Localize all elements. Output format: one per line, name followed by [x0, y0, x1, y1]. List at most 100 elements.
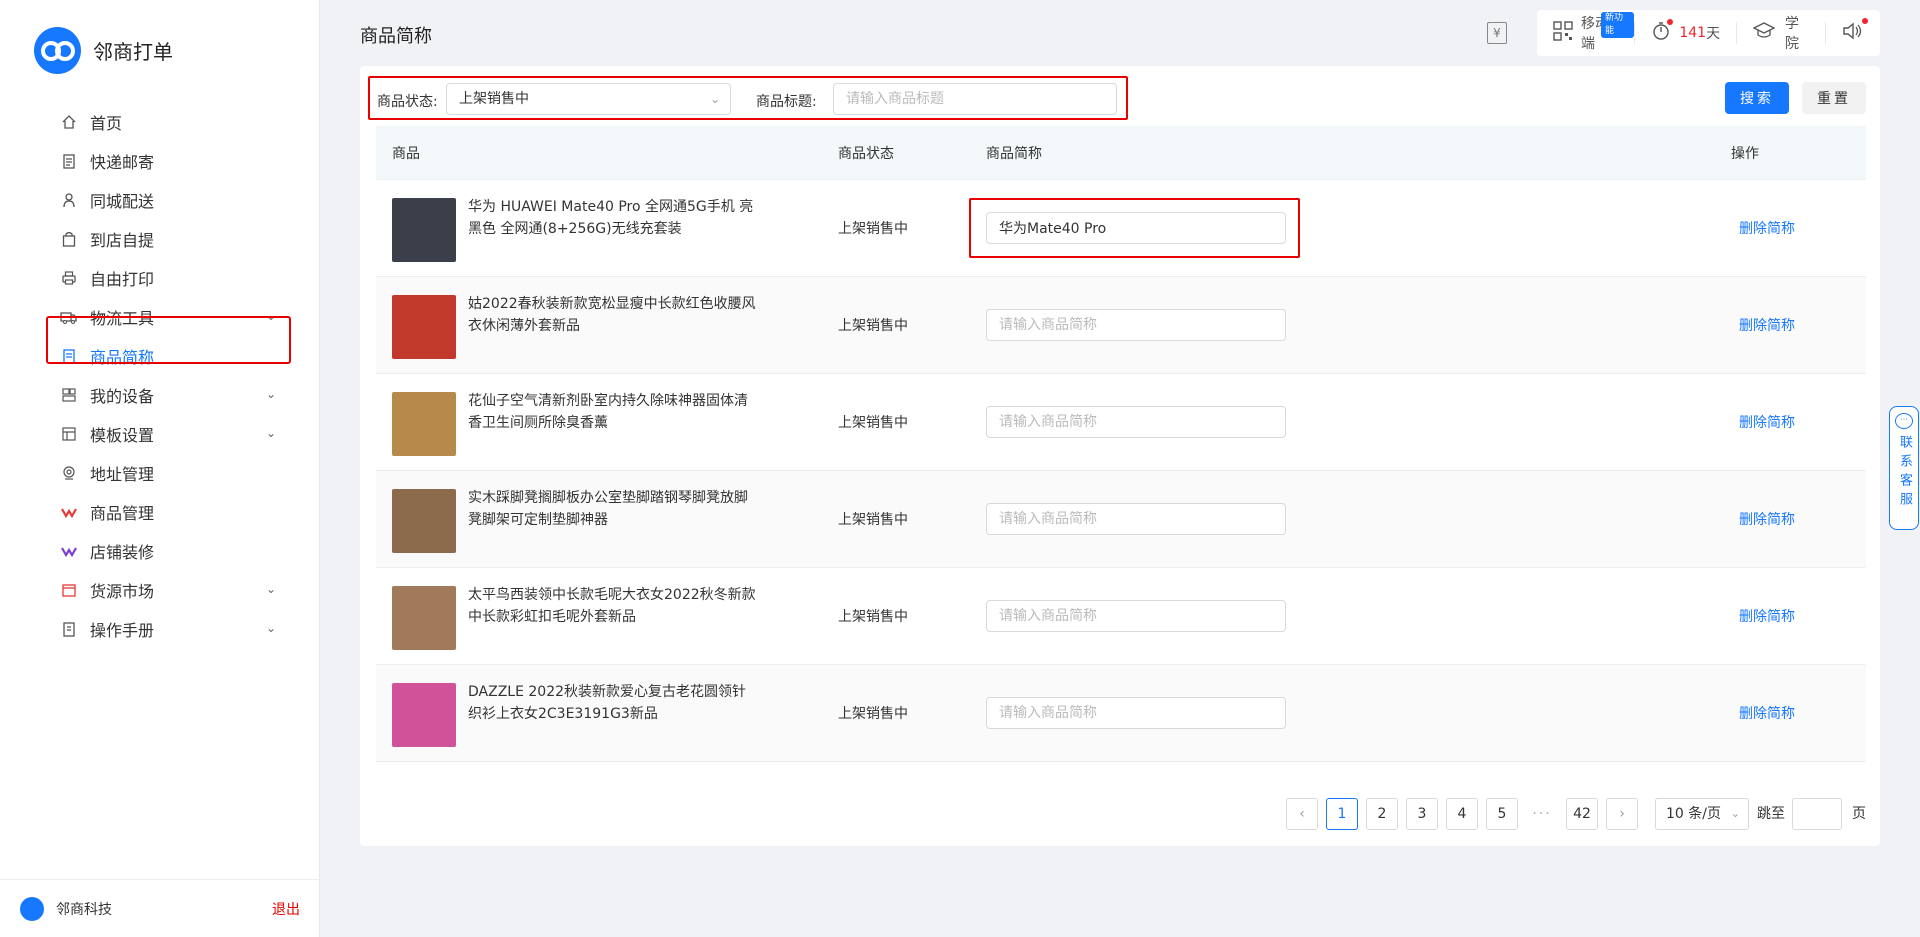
sidebar-item-manual[interactable]: 操作手册 ⌄: [46, 607, 290, 651]
chat-bubble-icon: ···: [1895, 413, 1913, 429]
short-name-input[interactable]: [986, 697, 1286, 729]
page-size-select[interactable]: 10 条/页 ⌄: [1655, 798, 1749, 830]
contact-service-button[interactable]: ··· 联系客服: [1889, 406, 1919, 530]
sidebar-item-my-devices[interactable]: 我的设备 ⌄: [46, 373, 290, 417]
page-unit-label: 页: [1852, 806, 1866, 822]
top-toolbar: 移动端 新功能 141 天 学院: [1537, 10, 1880, 56]
goto-page-input[interactable]: [1792, 798, 1842, 830]
product-thumbnail[interactable]: [392, 586, 456, 650]
product-status: 上架销售中: [838, 221, 908, 237]
academy-label: 学院: [1785, 16, 1800, 52]
sidebar-item-supply-market[interactable]: 货源市场 ⌄: [46, 568, 290, 612]
prev-page-button[interactable]: ‹: [1286, 798, 1318, 830]
template-icon: [58, 423, 80, 445]
delete-short-name-link[interactable]: 删除简称: [1739, 218, 1795, 238]
reset-button[interactable]: 重置: [1802, 82, 1866, 114]
goods-icon: [58, 501, 80, 523]
sidebar-item-label: 地址管理: [90, 465, 155, 484]
next-page-button[interactable]: ›: [1606, 798, 1638, 830]
product-thumbnail[interactable]: [392, 683, 456, 747]
product-name[interactable]: 花仙子空气清新剂卧室内持久除味神器固体清香卫生间厕所除臭香薰: [468, 390, 758, 434]
sidebar-item-free-print[interactable]: 自由打印: [46, 256, 290, 300]
product-thumbnail[interactable]: [392, 295, 456, 359]
delete-short-name-link[interactable]: 删除简称: [1739, 606, 1795, 626]
page-ellipsis[interactable]: ···: [1526, 798, 1558, 830]
mobile-button[interactable]: 移动端 新功能: [1537, 10, 1635, 56]
delete-short-name-link[interactable]: 删除简称: [1739, 412, 1795, 432]
academy-button[interactable]: 学院: [1737, 10, 1825, 56]
active-item-highlight: [46, 316, 291, 364]
product-name[interactable]: 太平鸟西装领中长款毛呢大衣女2022秋冬新款中长款彩虹扣毛呢外套新品: [468, 584, 758, 628]
manual-icon: [58, 618, 80, 640]
bag-icon: [58, 228, 80, 250]
sidebar-item-express[interactable]: 快递邮寄: [46, 139, 290, 183]
avatar[interactable]: [20, 896, 44, 921]
page-button[interactable]: 4: [1446, 798, 1478, 830]
goto-label: 跳至: [1757, 806, 1785, 822]
sidebar-item-template-settings[interactable]: 模板设置 ⌄: [46, 412, 290, 456]
product-thumbnail[interactable]: [392, 489, 456, 553]
market-icon: [58, 579, 80, 601]
home-icon: [58, 111, 80, 133]
product-status: 上架销售中: [838, 415, 908, 431]
chevron-down-icon: ⌄: [1730, 807, 1740, 820]
product-name[interactable]: DAZZLE 2022秋装新款爱心复古老花圆领针织衫上衣女2C3E3191G3新…: [468, 681, 758, 725]
short-name-input[interactable]: [986, 309, 1286, 341]
speaker-icon: [1842, 21, 1864, 45]
page-button[interactable]: 2: [1366, 798, 1398, 830]
sidebar-item-local-delivery[interactable]: 同城配送: [46, 178, 290, 222]
stopwatch-icon: [1651, 19, 1674, 45]
product-name[interactable]: 华为 HUAWEI Mate40 Pro 全网通5G手机 亮黑色 全网通(8+2…: [468, 196, 758, 240]
short-name-input[interactable]: [986, 503, 1286, 535]
sidebar-item-home[interactable]: 首页: [46, 100, 290, 144]
status-select[interactable]: 上架销售中 ⌄: [446, 83, 731, 115]
short-name-input[interactable]: [986, 212, 1286, 244]
app-logo[interactable]: 邻商打单: [34, 27, 173, 74]
sidebar-item-label: 店铺装修: [90, 543, 155, 562]
product-status: 上架销售中: [838, 512, 908, 528]
last-page-button[interactable]: 42: [1566, 798, 1598, 830]
sidebar-item-product-management[interactable]: 商品管理: [46, 490, 290, 534]
product-name[interactable]: 姑2022春秋装新款宽松显瘦中长款红色收腰风衣休闲薄外套新品: [468, 293, 758, 337]
sidebar-item-label: 模板设置: [90, 426, 155, 445]
title-search-input[interactable]: [833, 83, 1117, 115]
sidebar-item-shop-decoration[interactable]: 店铺装修: [46, 529, 290, 573]
page-button[interactable]: 5: [1486, 798, 1518, 830]
timer-button[interactable]: 141 天: [1635, 10, 1736, 56]
shop-decor-icon: [58, 540, 80, 562]
table-header: 商品 商品状态 商品简称 操作: [376, 126, 1866, 180]
yen-icon[interactable]: ¥: [1487, 22, 1507, 44]
location-icon: [58, 462, 80, 484]
short-name-input[interactable]: [986, 406, 1286, 438]
clipboard-icon: [58, 150, 80, 172]
sidebar-item-pickup[interactable]: 到店自提: [46, 217, 290, 261]
delete-short-name-link[interactable]: 删除简称: [1739, 509, 1795, 529]
logout-button[interactable]: 退出: [272, 899, 300, 919]
short-name-input[interactable]: [986, 600, 1286, 632]
column-header-actions: 操作: [1731, 145, 1759, 162]
sidebar-item-label: 货源市场: [90, 582, 155, 601]
table-row: 姑2022春秋装新款宽松显瘦中长款红色收腰风衣休闲薄外套新品 上架销售中 删除简…: [376, 277, 1866, 374]
filter-bar: 商品状态: 上架销售中 ⌄ 商品标题:: [368, 76, 1128, 120]
days-value: 141: [1679, 25, 1707, 41]
table-row: DAZZLE 2022秋装新款爱心复古老花圆领针织衫上衣女2C3E3191G3新…: [376, 665, 1866, 762]
sidebar-item-address-management[interactable]: 地址管理: [46, 451, 290, 495]
title-filter-label: 商品标题:: [756, 94, 817, 110]
product-thumbnail[interactable]: [392, 198, 456, 262]
product-name[interactable]: 实木踩脚凳搁脚板办公室垫脚踏钢琴脚凳放脚凳脚架可定制垫脚神器: [468, 487, 758, 531]
sound-button[interactable]: [1826, 10, 1880, 56]
product-status: 上架销售中: [838, 318, 908, 334]
chevron-down-icon: ⌄: [265, 387, 276, 401]
app-name: 邻商打单: [93, 40, 173, 64]
page-size-value: 10 条/页: [1666, 806, 1721, 822]
product-thumbnail[interactable]: [392, 392, 456, 456]
search-button[interactable]: 搜索: [1725, 82, 1789, 114]
sidebar-item-label: 自由打印: [90, 270, 155, 289]
notification-dot: [1862, 18, 1869, 24]
status-select-value: 上架销售中: [459, 91, 529, 107]
delete-short-name-link[interactable]: 删除简称: [1739, 703, 1795, 723]
delete-short-name-link[interactable]: 删除简称: [1739, 315, 1795, 335]
page-button[interactable]: 1: [1326, 798, 1358, 830]
page-button[interactable]: 3: [1406, 798, 1438, 830]
sidebar-item-label: 操作手册: [90, 621, 155, 640]
